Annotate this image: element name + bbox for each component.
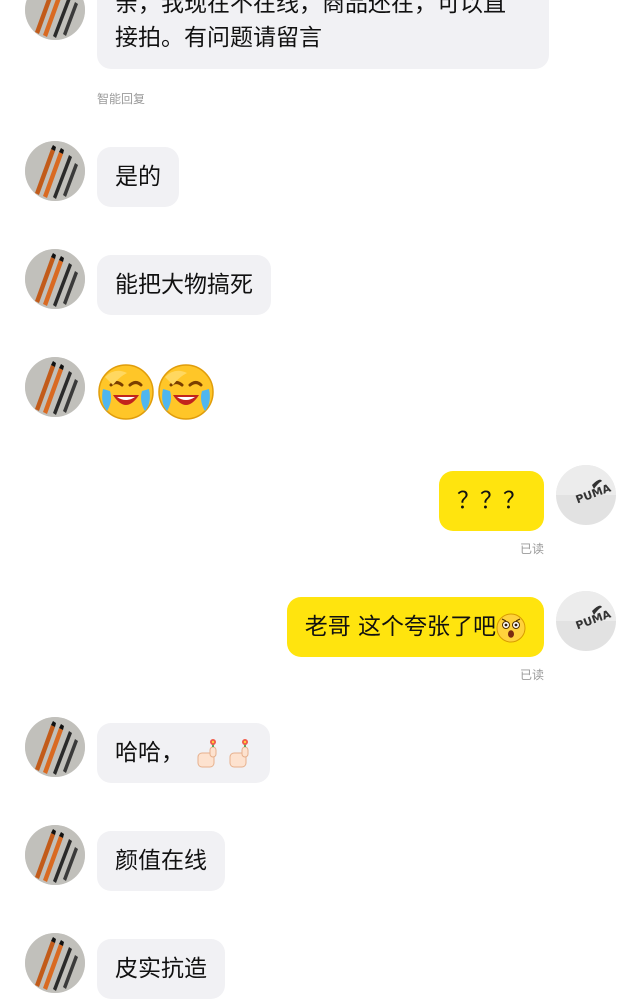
message-row: 亲，我现在不在线，商品还在，可以直 接拍。有问题请留言 智能回复 xyxy=(0,0,642,106)
astonished-emoji xyxy=(496,612,526,643)
seller-avatar[interactable] xyxy=(25,717,85,777)
seller-avatar[interactable] xyxy=(25,0,85,40)
message-row: ？？？ 已读 xyxy=(0,465,642,565)
auto-reply-label: 智能回复 xyxy=(97,92,146,106)
seller-avatar[interactable] xyxy=(25,249,85,309)
buyer-avatar[interactable] xyxy=(556,465,616,525)
crying-laughing-emoji[interactable] xyxy=(97,363,155,425)
flower-thumb-emoji xyxy=(194,738,220,769)
message-bubble[interactable]: 能把大物搞死 xyxy=(97,255,271,315)
message-row: 是的 xyxy=(0,141,642,211)
message-bubble[interactable]: 老哥 这个夸张了吧 xyxy=(286,597,544,657)
read-status: 已读 xyxy=(519,542,544,556)
message-text-line: 接拍。有问题请留言 xyxy=(115,25,322,51)
message-bubble[interactable]: 是的 xyxy=(97,147,179,207)
message-row: 老哥 这个夸张了吧 已读 xyxy=(0,591,642,691)
message-row: 颜值在线 xyxy=(0,825,642,895)
message-bubble[interactable]: ？？？ xyxy=(439,471,544,531)
seller-avatar[interactable] xyxy=(25,357,85,417)
message-bubble[interactable]: 颜值在线 xyxy=(97,831,225,891)
seller-avatar[interactable] xyxy=(25,141,85,201)
flower-thumb-emoji xyxy=(226,738,252,769)
crying-laughing-emoji[interactable] xyxy=(157,363,215,425)
message-row: 能把大物搞死 xyxy=(0,249,642,319)
message-row xyxy=(0,357,642,427)
message-text-line: 亲，我现在不在线，商品还在，可以直 xyxy=(115,0,506,17)
message-bubble[interactable]: 亲，我现在不在线，商品还在，可以直 接拍。有问题请留言 xyxy=(97,0,549,69)
seller-avatar[interactable] xyxy=(25,825,85,885)
message-bubble[interactable]: 皮实抗造 xyxy=(97,939,225,999)
message-row: 皮实抗造 xyxy=(0,933,642,999)
seller-avatar[interactable] xyxy=(25,933,85,993)
message-text: 哈哈， xyxy=(115,740,184,766)
buyer-avatar[interactable] xyxy=(556,591,616,651)
message-row: 哈哈， xyxy=(0,717,642,787)
message-text: 老哥 这个夸张了吧 xyxy=(304,614,496,640)
read-status: 已读 xyxy=(519,668,544,682)
message-bubble[interactable]: 哈哈， xyxy=(97,723,270,783)
